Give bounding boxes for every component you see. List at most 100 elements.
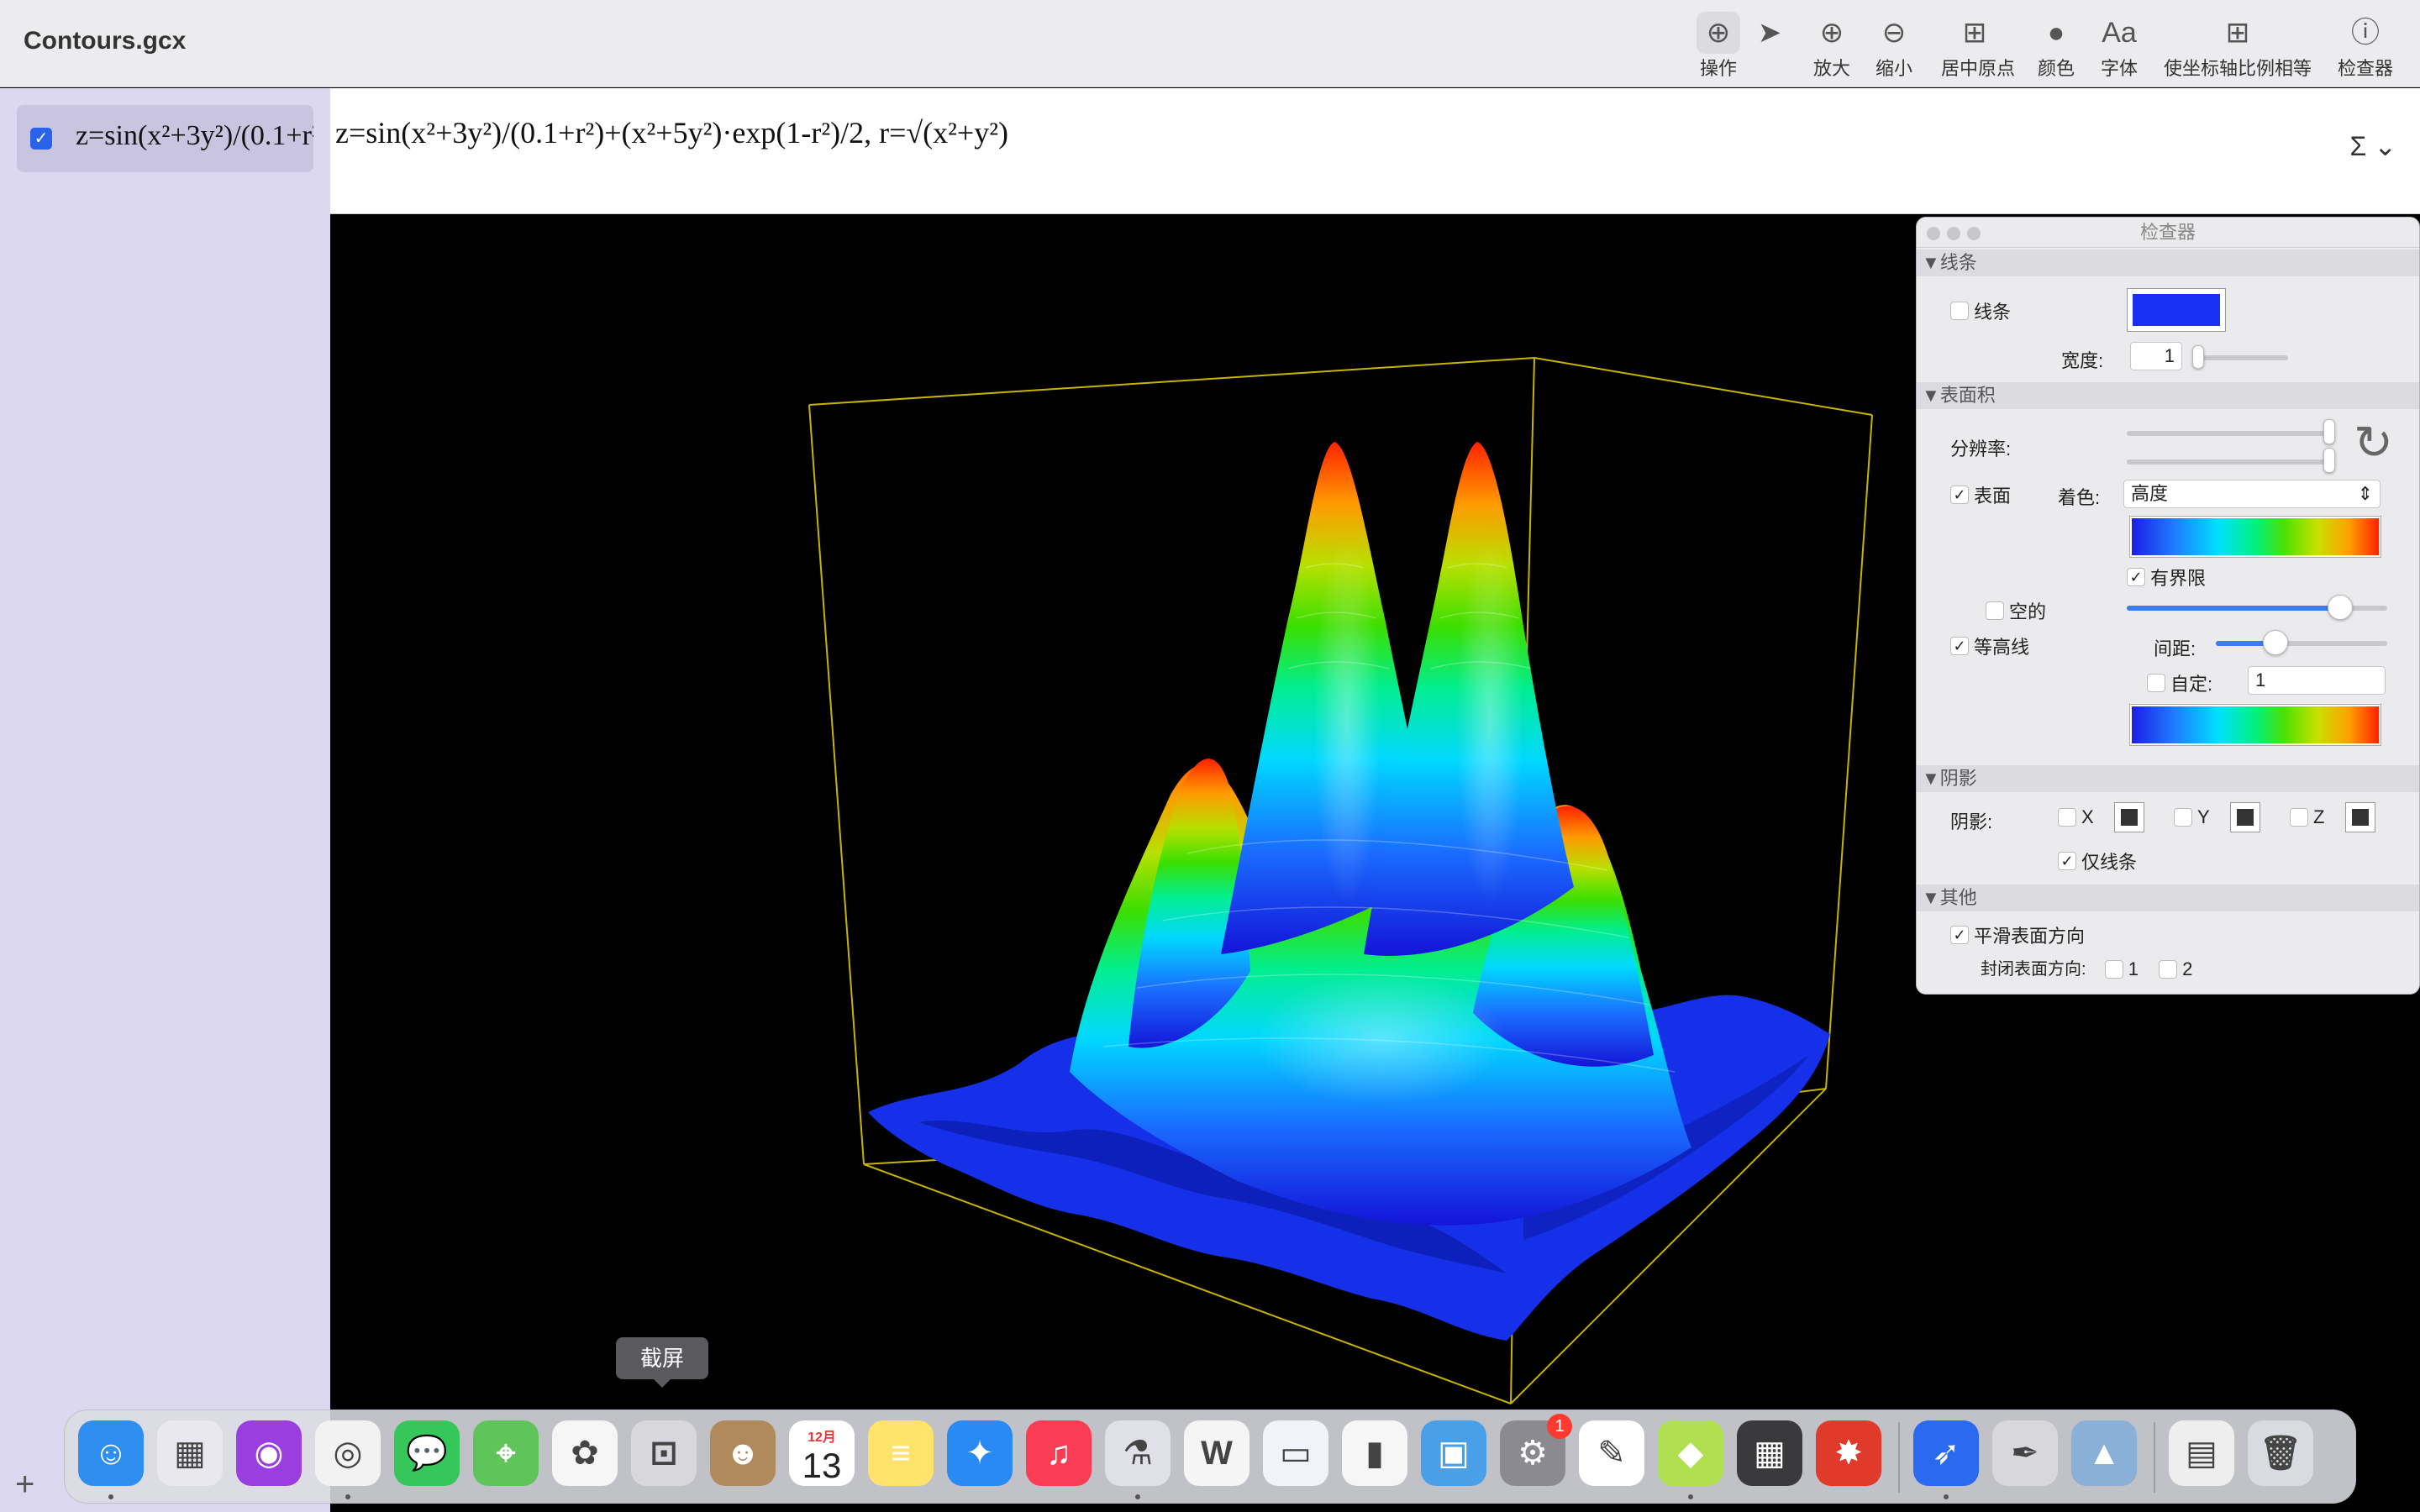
- spacing-slider-knob[interactable]: [2263, 630, 2288, 655]
- dock-grapher-icon[interactable]: ⚗: [1105, 1420, 1171, 1486]
- section-shadow-header[interactable]: ▼阴影: [1917, 765, 2419, 792]
- dock-script-editor-icon[interactable]: ✒: [1992, 1420, 2058, 1486]
- contour-colormap[interactable]: [2129, 704, 2381, 746]
- lines-checkbox[interactable]: [1950, 302, 1969, 320]
- shadow-z-checkbox[interactable]: [2290, 808, 2308, 827]
- select-arrows-icon: ⇕: [2357, 483, 2373, 504]
- surface-mesh: [868, 442, 1830, 1341]
- resolution-knob-2[interactable]: [2323, 448, 2335, 473]
- bounded-checkbox[interactable]: [2127, 568, 2145, 586]
- refresh-icon[interactable]: ↻: [2354, 419, 2393, 466]
- dock-preview-photo-icon[interactable]: ▲: [2071, 1420, 2137, 1486]
- equation-text[interactable]: z=sin(x²+3y²)/(0.1+r²)+(x²+5y²)·exp(1-r²…: [335, 115, 1008, 150]
- zoom-button[interactable]: [1967, 227, 1981, 240]
- center-origin-toolbar-button[interactable]: ⊞ 居中原点: [1941, 12, 2015, 84]
- custom-field[interactable]: 1: [2248, 666, 2386, 695]
- lines-only-label: 仅线条: [2081, 852, 2138, 873]
- sigma-menu-icon[interactable]: Σ ⌄: [2350, 130, 2396, 162]
- dock-contacts-icon[interactable]: ☻: [710, 1420, 776, 1486]
- dock-music-icon[interactable]: ♫: [1026, 1420, 1092, 1486]
- shadow-label: 阴影:: [1950, 811, 1993, 832]
- shadow-x-checkbox[interactable]: [2058, 808, 2076, 827]
- select-toolbar-button[interactable]: ➤: [1736, 12, 1803, 84]
- zoom-in-toolbar-button[interactable]: ⊕ 放大: [1798, 12, 1865, 84]
- spacing-label: 间距:: [2154, 638, 2196, 659]
- dock-wps-icon[interactable]: W: [1184, 1420, 1249, 1486]
- dock-launchpad-icon[interactable]: ▦: [157, 1420, 223, 1486]
- dock-calculator-icon[interactable]: ▦: [1737, 1420, 1802, 1486]
- width-field[interactable]: 1: [2130, 342, 2182, 370]
- dock-chrome-icon[interactable]: ◎: [315, 1420, 381, 1486]
- equation-list-item[interactable]: ✓ z=sin(x²+3y²)/(0.1+r²)+(x²+5y²: [17, 105, 313, 172]
- empty-label: 空的: [2009, 601, 2047, 622]
- dock-preview-icon[interactable]: ▣: [1421, 1420, 1486, 1486]
- section-surface-header[interactable]: ▼表面积: [1917, 382, 2419, 409]
- resolution-slider-1[interactable]: [2127, 431, 2328, 436]
- shadow-z-color[interactable]: [2344, 802, 2375, 832]
- close-orientation-1-checkbox[interactable]: [2104, 960, 2123, 979]
- smooth-orientation-checkbox[interactable]: [1950, 926, 1969, 944]
- equal-axes-toolbar-button[interactable]: ⊞ 使坐标轴比例相等: [2162, 12, 2313, 84]
- dock-screenshot-icon[interactable]: ⊡: [631, 1420, 697, 1486]
- coloring-select[interactable]: 高度 ⇕: [2123, 480, 2381, 508]
- dock-finder-icon[interactable]: ☺: [78, 1420, 144, 1486]
- font-toolbar-button[interactable]: Aa 字体: [2086, 12, 2153, 84]
- dock-safari-icon[interactable]: ✦: [947, 1420, 1013, 1486]
- surface-label: 表面: [1974, 486, 2012, 507]
- equation-visible-checkbox[interactable]: ✓: [30, 128, 52, 150]
- dock-calendar-icon[interactable]: 12月 13: [789, 1420, 855, 1486]
- inspector-toolbar-button[interactable]: ⓘ 检查器: [2332, 12, 2399, 84]
- height-colormap[interactable]: [2129, 516, 2381, 558]
- custom-checkbox[interactable]: [2147, 674, 2165, 692]
- color-wheel-icon: ●: [2047, 17, 2065, 49]
- lines-only-checkbox[interactable]: [2058, 852, 2076, 870]
- add-equation-button[interactable]: +: [15, 1466, 34, 1504]
- resolution-slider-2[interactable]: [2127, 459, 2328, 465]
- shadow-y-label: Y: [2197, 806, 2210, 827]
- dock-numbers-icon[interactable]: ▮: [1342, 1420, 1407, 1486]
- minimize-button[interactable]: [1947, 227, 1960, 240]
- dock-trash-icon[interactable]: 🗑: [2248, 1420, 2313, 1486]
- notification-badge: 1: [1547, 1414, 1572, 1439]
- shadow-y-color[interactable]: [2229, 802, 2260, 832]
- dock-notes-icon[interactable]: ≡: [868, 1420, 934, 1486]
- zoom-out-toolbar-button[interactable]: ⊖ 缩小: [1860, 12, 1928, 84]
- empty-checkbox[interactable]: [1986, 601, 2004, 620]
- inspector-panel: 检查器 ▼线条 线条 宽度: 1 ▼表面积 分辨率: ↻ 表面 着色: 高度⇕ …: [1916, 217, 2420, 995]
- close-orientation-2-checkbox[interactable]: [2159, 960, 2178, 979]
- zoom-out-toolbar-label: 缩小: [1875, 58, 1912, 79]
- section-other-header[interactable]: ▼其他: [1917, 885, 2419, 911]
- surface-checkbox[interactable]: [1950, 486, 1969, 504]
- dock-messages-icon[interactable]: 💬: [394, 1420, 460, 1486]
- resolution-knob-1[interactable]: [2323, 419, 2335, 444]
- close-button[interactable]: [1927, 227, 1940, 240]
- empty-slider-knob[interactable]: [2328, 595, 2353, 620]
- dock-maps-icon[interactable]: ⌖: [473, 1420, 539, 1486]
- dock-podcasts-icon[interactable]: ◉: [236, 1420, 302, 1486]
- inspector-title: 检查器: [2139, 222, 2196, 243]
- width-slider-track[interactable]: [2194, 355, 2288, 360]
- color-toolbar-button[interactable]: ● 颜色: [2023, 12, 2090, 84]
- section-lines-header[interactable]: ▼线条: [1917, 249, 2419, 276]
- shadow-y-checkbox[interactable]: [2174, 808, 2192, 827]
- close-orientation-1-label: 1: [2128, 958, 2139, 980]
- zoom-in-icon: ⊕: [1819, 17, 1844, 49]
- shadow-x-color[interactable]: [2113, 802, 2144, 832]
- dock-compass-icon[interactable]: ✸: [1816, 1420, 1881, 1486]
- contours-checkbox[interactable]: [1950, 637, 1969, 655]
- dock-keynote-icon[interactable]: ▭: [1263, 1420, 1328, 1486]
- dock-pages-icon[interactable]: ✎: [1579, 1420, 1644, 1486]
- dock-photos-icon[interactable]: ✿: [552, 1420, 618, 1486]
- running-indicator: [345, 1494, 350, 1499]
- dock-lark-icon[interactable]: ➶: [1913, 1420, 1979, 1486]
- dock-paintbrush-icon[interactable]: ◆: [1658, 1420, 1723, 1486]
- equation-preview: z=sin(x²+3y²)/(0.1+r²)+(x²+5y²: [76, 120, 313, 151]
- custom-label: 自定:: [2170, 674, 2213, 695]
- equation-editor[interactable]: z=sin(x²+3y²)/(0.1+r²)+(x²+5y²)·exp(1-r²…: [330, 88, 2420, 214]
- line-color-swatch[interactable]: [2127, 288, 2226, 332]
- dock-downloads-icon[interactable]: ▤: [2169, 1420, 2234, 1486]
- info-icon: ⓘ: [2351, 17, 2380, 49]
- width-slider-knob[interactable]: [2192, 345, 2204, 369]
- inspector-toolbar-label: 检查器: [2337, 58, 2393, 79]
- inspector-title-bar[interactable]: 检查器: [1917, 218, 2419, 248]
